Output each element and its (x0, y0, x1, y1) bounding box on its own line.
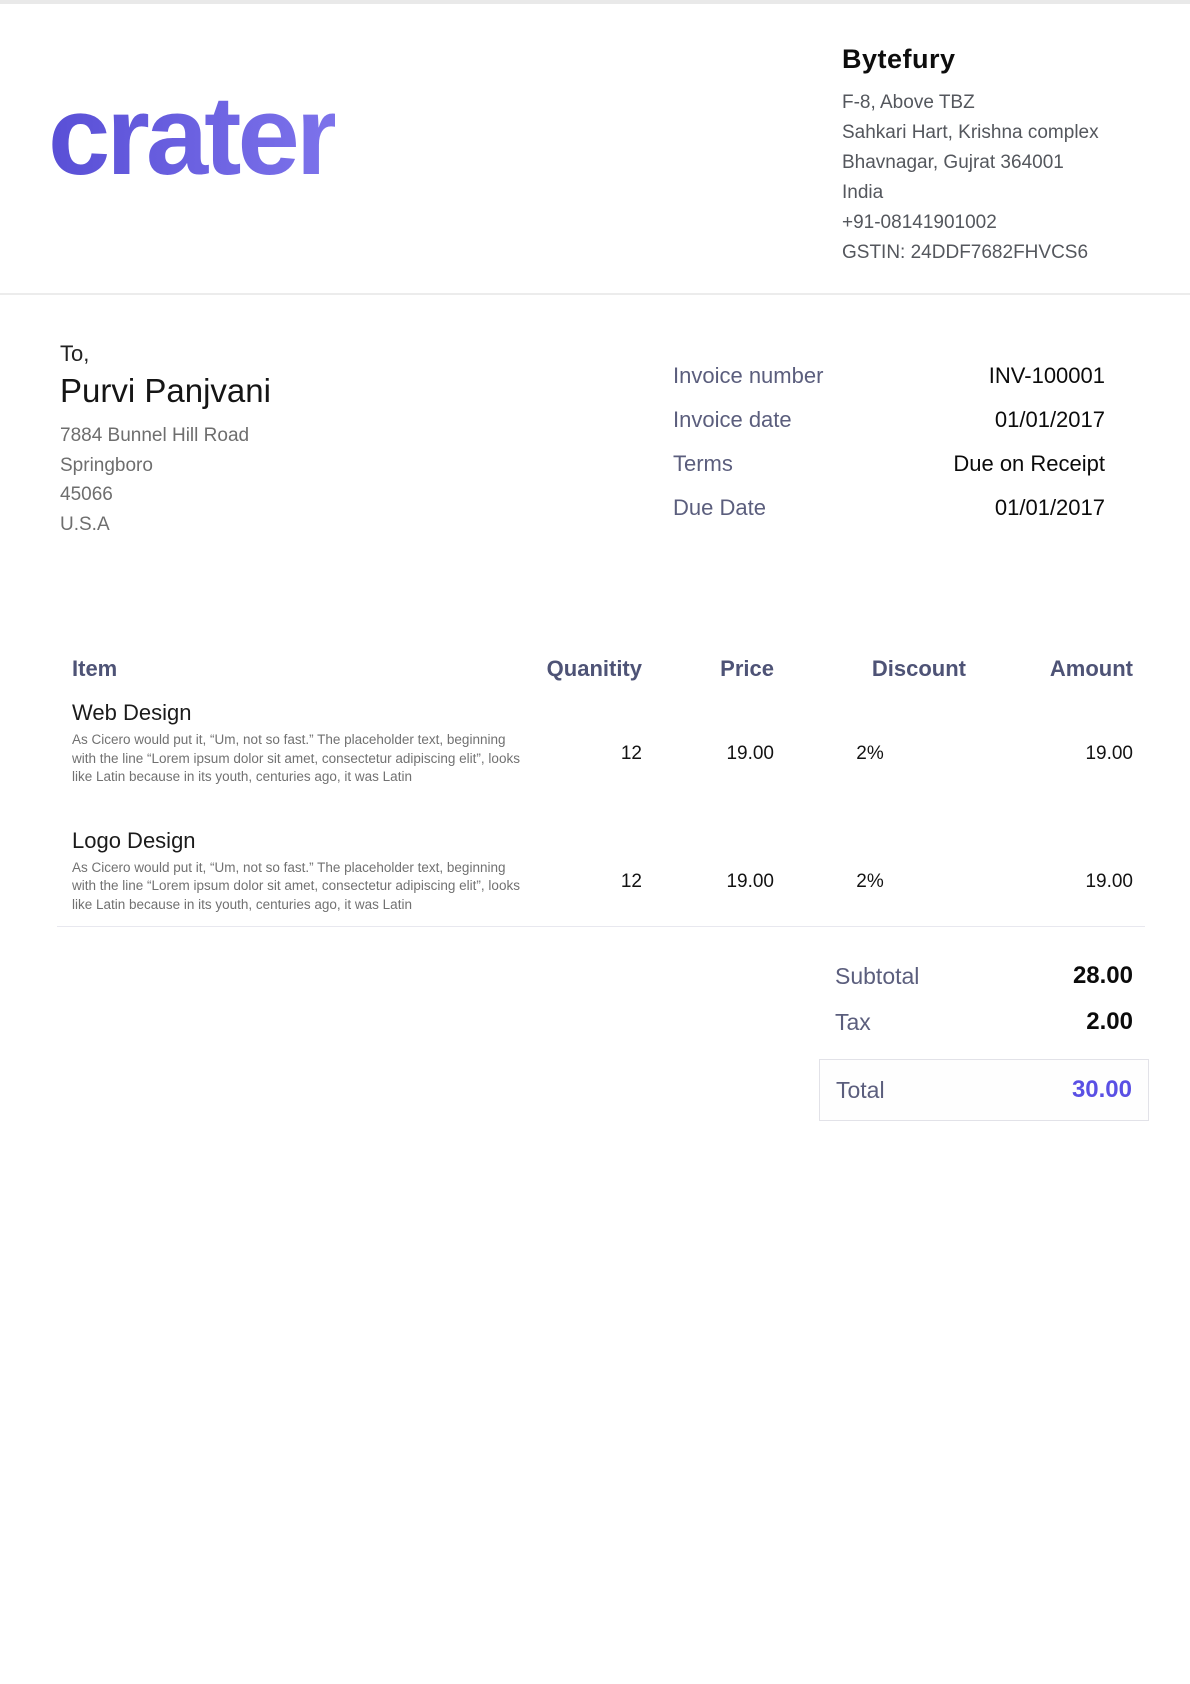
item-name: Logo Design (72, 828, 532, 854)
subtotal-value: 28.00 (1073, 962, 1133, 990)
tax-row: Tax 2.00 (819, 999, 1149, 1045)
due-date-row: Due Date 01/01/2017 (673, 486, 1133, 530)
invoice-date-value: 01/01/2017 (995, 407, 1133, 433)
due-date-value: 01/01/2017 (995, 495, 1133, 521)
invoice-date-label: Invoice date (673, 407, 792, 433)
table-row: Logo Design As Cicero would put it, “Um,… (72, 828, 1133, 915)
column-header-quantity: Quanitity (532, 654, 642, 684)
item-price: 19.00 (642, 828, 774, 915)
company-phone: +91-08141901002 (842, 208, 1102, 238)
item-cell: Web Design As Cicero would put it, “Um, … (72, 700, 532, 787)
company-address-line: India (842, 178, 1102, 208)
subtotal-row: Subtotal 28.00 (819, 953, 1149, 999)
table-row: Web Design As Cicero would put it, “Um, … (72, 700, 1133, 787)
item-description: As Cicero would put it, “Um, not so fast… (72, 731, 522, 787)
invoice-header: crater Bytefury F-8, Above TBZ Sahkari H… (0, 4, 1190, 268)
due-date-label: Due Date (673, 495, 766, 521)
company-address-line: F-8, Above TBZ (842, 88, 1102, 118)
item-amount: 19.00 (966, 700, 1133, 787)
totals-block: Subtotal 28.00 Tax 2.00 Total 30.00 (819, 953, 1149, 1121)
terms-value: Due on Receipt (953, 451, 1133, 477)
item-price: 19.00 (642, 700, 774, 787)
company-address-line: Bhavnagar, Gujrat 364001 (842, 148, 1102, 178)
total-value: 30.00 (1072, 1076, 1132, 1104)
item-amount: 19.00 (966, 828, 1133, 915)
column-header-amount: Amount (966, 654, 1133, 684)
terms-row: Terms Due on Receipt (673, 442, 1133, 486)
column-header-item: Item (72, 654, 532, 684)
items-table: Item Quanitity Price Discount Amount Web… (0, 654, 1190, 914)
items-table-header: Item Quanitity Price Discount Amount (72, 654, 1133, 684)
item-quantity: 12 (532, 700, 642, 787)
client-address: 7884 Bunnel Hill Road Springboro 45066 U… (60, 421, 271, 539)
company-gstin: GSTIN: 24DDF7682FHVCS6 (842, 238, 1102, 268)
item-cell: Logo Design As Cicero would put it, “Um,… (72, 828, 532, 915)
item-name: Web Design (72, 700, 532, 726)
total-label: Total (836, 1077, 885, 1104)
column-header-price: Price (642, 654, 774, 684)
invoice-number-value: INV-100001 (989, 363, 1133, 389)
client-address-line: Springboro (60, 451, 271, 481)
invoice-page: crater Bytefury F-8, Above TBZ Sahkari H… (0, 0, 1190, 1684)
client-address-line: 7884 Bunnel Hill Road (60, 421, 271, 451)
item-discount: 2% (774, 828, 966, 915)
crater-logo: crater (48, 80, 335, 268)
company-name: Bytefury (842, 44, 1102, 74)
tax-value: 2.00 (1086, 1008, 1133, 1036)
invoice-parties: To, Purvi Panjvani 7884 Bunnel Hill Road… (0, 295, 1190, 539)
client-address-line: U.S.A (60, 510, 271, 540)
company-address-line: Sahkari Hart, Krishna complex (842, 118, 1102, 148)
totals-divider (57, 926, 1145, 927)
bill-to-block: To, Purvi Panjvani 7884 Bunnel Hill Road… (60, 341, 271, 539)
tax-label: Tax (835, 1009, 871, 1036)
company-block: Bytefury F-8, Above TBZ Sahkari Hart, Kr… (842, 32, 1102, 268)
subtotal-label: Subtotal (835, 963, 919, 990)
invoice-number-label: Invoice number (673, 363, 823, 389)
item-quantity: 12 (532, 828, 642, 915)
item-description: As Cicero would put it, “Um, not so fast… (72, 859, 522, 915)
total-box: Total 30.00 (819, 1059, 1149, 1121)
invoice-number-row: Invoice number INV-100001 (673, 354, 1133, 398)
client-name: Purvi Panjvani (60, 371, 271, 411)
item-discount: 2% (774, 700, 966, 787)
column-header-discount: Discount (774, 654, 966, 684)
client-address-line: 45066 (60, 480, 271, 510)
bill-to-label: To, (60, 341, 271, 367)
invoice-date-row: Invoice date 01/01/2017 (673, 398, 1133, 442)
invoice-meta-block: Invoice number INV-100001 Invoice date 0… (673, 354, 1133, 539)
terms-label: Terms (673, 451, 733, 477)
